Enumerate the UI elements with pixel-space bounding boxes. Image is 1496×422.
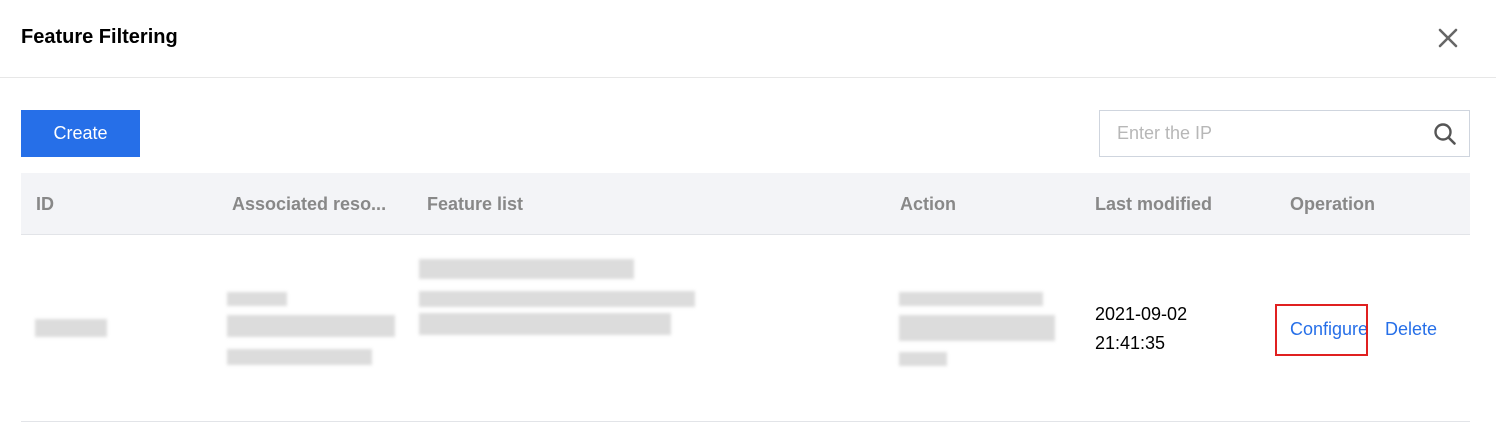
search-input[interactable] — [1100, 111, 1437, 156]
configure-link[interactable]: Configure — [1290, 319, 1368, 340]
column-header-last-modified[interactable]: Last modified — [1095, 194, 1212, 215]
column-header-id[interactable]: ID — [36, 194, 54, 215]
column-header-operation[interactable]: Operation — [1290, 194, 1375, 215]
table-header: ID Associated reso... Feature list Actio… — [21, 173, 1470, 235]
column-header-associated-resources[interactable]: Associated reso... — [232, 194, 386, 215]
column-header-feature-list[interactable]: Feature list — [427, 194, 523, 215]
dialog-header: Feature Filtering — [0, 0, 1496, 78]
last-modified-time: 21:41:35 — [1095, 333, 1166, 353]
create-button[interactable]: Create — [21, 110, 140, 157]
search-icon[interactable] — [1433, 122, 1457, 146]
ip-search-box — [1099, 110, 1470, 157]
delete-link[interactable]: Delete — [1385, 319, 1437, 340]
column-header-action[interactable]: Action — [900, 194, 956, 215]
feature-filtering-dialog: Feature Filtering Create ID Associated r… — [0, 0, 1496, 422]
dialog-title: Feature Filtering — [21, 26, 178, 48]
last-modified-date: 2021-09-02 — [1095, 304, 1188, 324]
table-row: 2021-09-02 21:41:35 Configure Delete — [21, 235, 1470, 422]
close-icon[interactable] — [1433, 23, 1463, 53]
